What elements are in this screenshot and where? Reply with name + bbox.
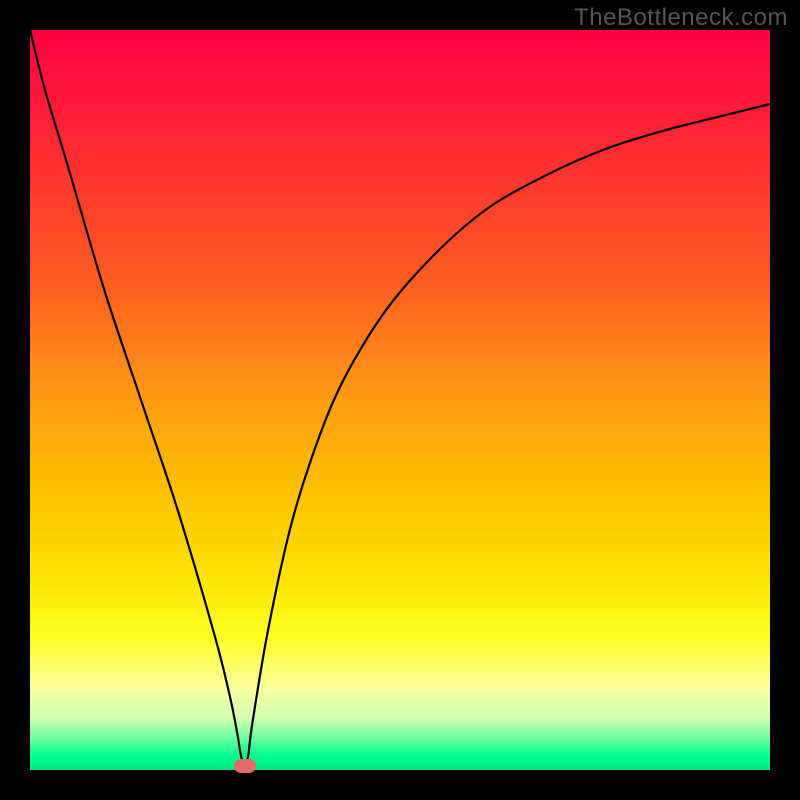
watermark-label: TheBottleneck.com: [574, 4, 788, 32]
chart-frame: TheBottleneck.com: [0, 0, 800, 800]
bottleneck-curve: [30, 30, 770, 766]
curve-layer: [30, 30, 770, 770]
optimal-point-marker: [234, 759, 256, 773]
plot-area: [30, 30, 770, 770]
